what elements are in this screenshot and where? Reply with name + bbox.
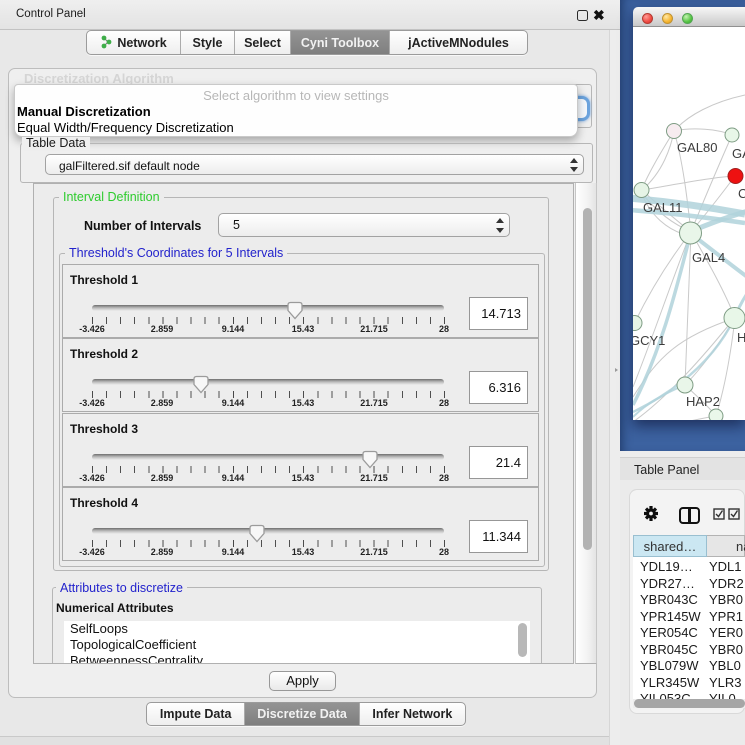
svg-text:GAL11: GAL11 (643, 200, 683, 215)
svg-text:GAL4: GAL4 (692, 250, 725, 265)
svg-text:GAL80: GAL80 (677, 140, 717, 155)
svg-text:HAP2: HAP2 (686, 394, 720, 409)
svg-text:H: H (737, 330, 745, 345)
svg-text:C: C (738, 186, 745, 201)
svg-text:GCY1: GCY1 (633, 333, 665, 348)
svg-text:GA: GA (732, 146, 745, 161)
